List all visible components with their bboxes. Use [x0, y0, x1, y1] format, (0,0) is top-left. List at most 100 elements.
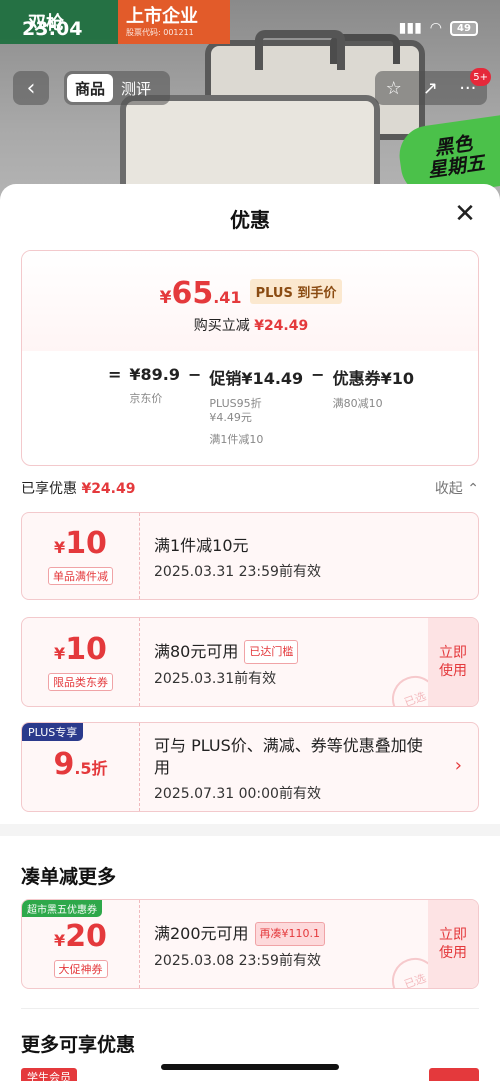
formula-promo-sub3: 满1件减10 [209, 433, 264, 446]
coupon-body: 满80元可用 已达门槛 2025.03.31前有效 [154, 640, 418, 688]
coupon-amount: 20 [65, 918, 107, 954]
discount-int: 9 [53, 747, 75, 782]
section-title-more: 凑单减更多 [21, 866, 117, 888]
tab-review[interactable]: 测评 [113, 74, 159, 102]
formula-promo-col: 促销¥14.49 PLUS95折 ¥4.49元 满1件减10 [209, 365, 303, 447]
coupon-value-area: ¥10 限品类东券 [22, 618, 140, 706]
final-price-dec: .41 [213, 288, 242, 307]
coupon-card: ¥10 限品类东券 满80元可用 已达门槛 2025.03.31前有效 已选 立… [21, 617, 479, 707]
listed-company-banner: 上市企业 股票代码: 001211 [118, 0, 230, 44]
coupon-expiry: 2025.07.31 00:00前有效 [154, 786, 321, 802]
instant-label: 购买立减 [193, 318, 250, 334]
coupon-card: ¥10 单品满件减 满1件减10元 2025.03.31 23:59前有效 [21, 512, 479, 600]
coupon-currency: ¥ [54, 930, 66, 950]
coupon-expiry: 2025.03.08 23:59前有效 [154, 953, 321, 969]
divider [21, 1008, 479, 1009]
formula-price-col: ¥89.9 京东价 [129, 365, 180, 406]
listed-label: 上市企业 [126, 5, 198, 27]
formula-price-label: 京东价 [129, 392, 163, 405]
chevron-right-icon: › [454, 755, 462, 776]
final-price-row: ¥65.41 PLUS 到手价 [22, 276, 478, 311]
share-icon[interactable]: ↗ [423, 78, 438, 99]
threshold-reached-tag: 已达门槛 [244, 640, 299, 664]
use-now-button[interactable]: 立即使用 [428, 618, 478, 706]
coupon-amount: 10 [65, 631, 107, 667]
instant-amount: ¥24.49 [254, 318, 309, 334]
coupon-type-tag: 单品满件减 [48, 566, 113, 585]
section-title-extra: 更多可享优惠 [21, 1034, 136, 1056]
price-summary-card: ¥65.41 PLUS 到手价 购买立减 ¥24.49 = ¥89.9 京东价 … [21, 250, 479, 466]
enjoyed-label: 已享优惠 [21, 481, 77, 497]
coupon-condition-row: 满80元可用 已达门槛 [154, 640, 418, 664]
coupon-currency: ¥ [54, 537, 66, 557]
home-indicator [161, 1064, 339, 1070]
coupon-body: 可与 PLUS价、满减、券等优惠叠加使用 2025.07.31 00:00前有效 [154, 735, 438, 803]
next-card-edge [429, 1068, 479, 1081]
formula-minus2: − [311, 365, 325, 384]
coupon-value: ¥10 [54, 631, 107, 670]
plus-price-tag: PLUS 到手价 [249, 279, 343, 304]
coupon-condition: 满1件减10元 [154, 536, 249, 555]
addon-amount-tag: 再凑¥110.1 [254, 922, 326, 946]
close-icon: ✕ [454, 199, 476, 229]
enjoyed-label-wrap: 已享优惠 ¥24.49 [21, 478, 135, 498]
stock-code: 股票代码: 001211 [126, 27, 194, 37]
formula-minus1: − [188, 365, 202, 384]
coupon-body: 满200元可用 再凑¥110.1 2025.03.08 23:59前有效 [154, 922, 418, 970]
formula-equals: = [108, 365, 122, 384]
star-icon[interactable]: ☆ [386, 78, 402, 99]
formula-coupon: 优惠券¥10 [332, 369, 414, 388]
status-time: 23:04 [22, 18, 83, 40]
tab-product[interactable]: 商品 [67, 74, 114, 102]
enjoyed-discount-row: 已享优惠 ¥24.49 收起 ⌃ [21, 478, 479, 498]
coupon-value-area: 9.5折 [22, 723, 140, 811]
nav-tabs: 商品 测评 [64, 71, 170, 105]
coupon-condition: 满80元可用 [154, 642, 239, 661]
wifi-icon: ◠ [429, 20, 442, 36]
formula-coupon-col: 优惠券¥10 满80减10 [333, 365, 414, 411]
message-badge: 5+ [470, 68, 491, 86]
coupon-currency: ¥ [54, 643, 66, 663]
instant-discount-row: 购买立减 ¥24.49 [22, 315, 478, 335]
discount-sheet: 优惠 ✕ ¥65.41 PLUS 到手价 购买立减 ¥24.49 = ¥89.9… [0, 184, 500, 1081]
final-price: ¥65.41 [160, 276, 242, 311]
student-member-tag: 学生会员 [21, 1068, 77, 1081]
product-handle-front [255, 30, 345, 70]
discount-suffix: .5折 [74, 759, 108, 778]
coupon-value-area: ¥10 单品满件减 [22, 513, 140, 599]
status-icons: ▮▮▮ ◠ 49 [399, 20, 478, 36]
enjoyed-amount: ¥24.49 [81, 481, 136, 497]
use-now-button[interactable]: 立即使用 [428, 900, 478, 988]
formula-promo: 促销¥14.49 [209, 369, 304, 388]
formula-promo-sub2: ¥4.49元 [209, 411, 252, 424]
coupon-value-area: ¥20 大促神券 [22, 900, 140, 988]
coupon-expiry: 2025.03.31 23:59前有效 [154, 564, 321, 580]
battery-icon: 49 [450, 20, 478, 36]
coupon-amount: 10 [65, 525, 107, 561]
collapse-button[interactable]: 收起 ⌃ [435, 478, 479, 498]
coupon-body: 满1件减10元 2025.03.31 23:59前有效 [154, 535, 418, 581]
plus-discount-card[interactable]: PLUS专享 9.5折 可与 PLUS价、满减、券等优惠叠加使用 2025.07… [21, 722, 479, 812]
coupon-value: ¥10 [54, 525, 107, 564]
formula-promo-sub1: PLUS95折 [209, 397, 262, 410]
formula-coupon-sub: 满80减10 [332, 397, 383, 410]
coupon-condition: 可与 PLUS价、满减、券等优惠叠加使用 [154, 736, 423, 777]
coupon-condition: 满200元可用 [154, 924, 249, 943]
formula-price: ¥89.9 [129, 365, 181, 384]
sheet-title: 优惠 [230, 208, 270, 232]
signal-icon: ▮▮▮ [398, 20, 422, 36]
price-formula: = ¥89.9 京东价 − 促销¥14.49 PLUS95折 ¥4.49元 满1… [108, 365, 414, 447]
coupon-value: ¥20 [54, 918, 107, 957]
coupon-condition-row: 满200元可用 再凑¥110.1 [154, 922, 418, 946]
coupon-expiry: 2025.03.31前有效 [154, 671, 277, 687]
back-button[interactable]: ‹ [13, 71, 49, 105]
chevron-left-icon: ‹ [26, 75, 36, 101]
close-button[interactable]: ✕ [452, 199, 478, 229]
final-price-currency: ¥ [159, 288, 172, 308]
coupon-value: 9.5折 [53, 749, 107, 785]
coupon-type-tag: 限品类东券 [48, 672, 113, 691]
section-divider [0, 824, 500, 836]
coupon-type-tag: 大促神券 [53, 959, 108, 978]
final-price-int: 65 [171, 276, 214, 311]
addon-coupon-card: 超市黑五优惠券 ¥20 大促神券 满200元可用 再凑¥110.1 2025.0… [21, 899, 479, 989]
